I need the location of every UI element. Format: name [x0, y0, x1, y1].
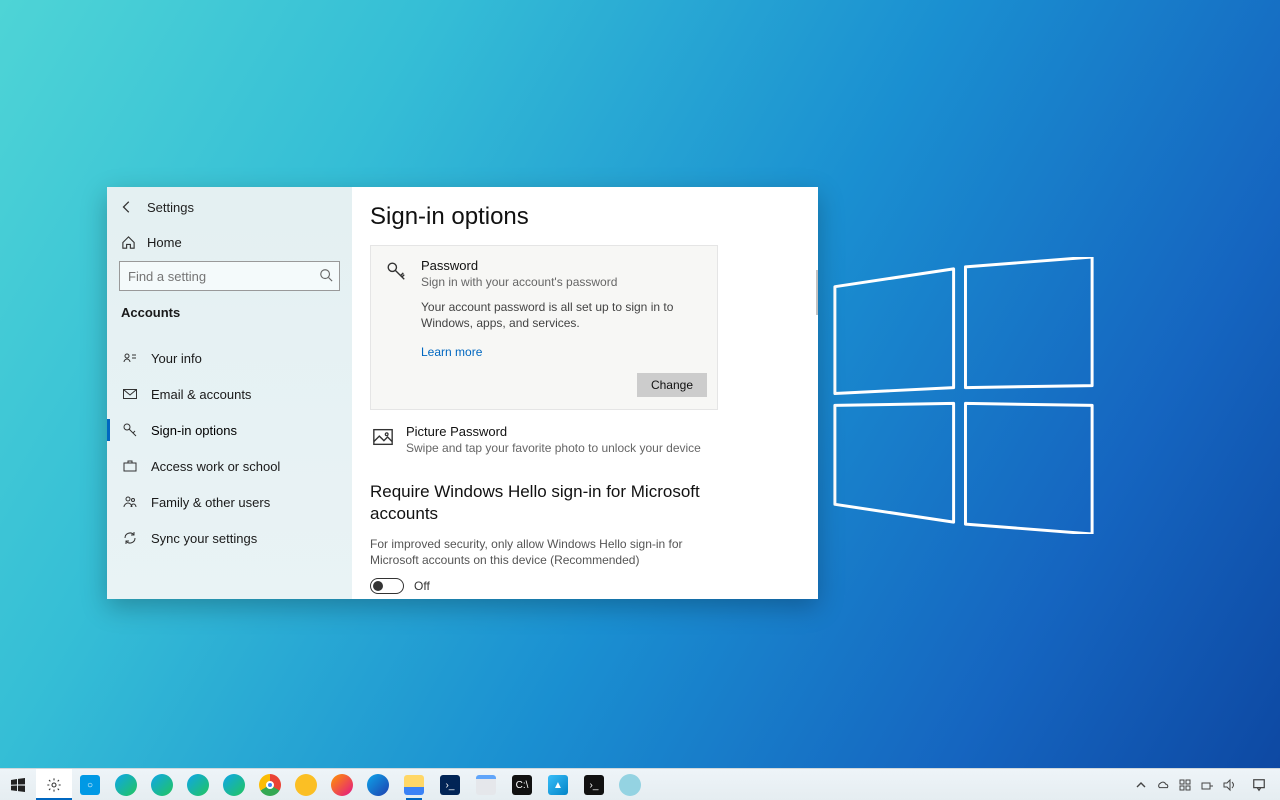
taskbar-app-edge-4[interactable]: [216, 769, 252, 800]
tray-chevron-up-icon[interactable]: [1130, 769, 1152, 800]
briefcase-icon: [121, 457, 139, 475]
taskbar-app-terminal[interactable]: ›_: [576, 769, 612, 800]
sidebar-item-label: Email & accounts: [151, 387, 251, 402]
taskbar: ○ ›_ C:\ ▲ ›_: [0, 768, 1280, 800]
taskbar-app-cortana[interactable]: ○: [72, 769, 108, 800]
hello-toggle[interactable]: [370, 578, 404, 594]
sidebar-item-label: Your info: [151, 351, 202, 366]
scrollbar[interactable]: [816, 270, 818, 315]
sidebar-item-label: Sign-in options: [151, 423, 237, 438]
sync-icon: [121, 529, 139, 547]
taskbar-app-explorer[interactable]: [396, 769, 432, 800]
taskbar-app-photos[interactable]: ▲: [540, 769, 576, 800]
person-card-icon: [121, 349, 139, 367]
tray-onedrive-icon[interactable]: [1152, 769, 1174, 800]
taskbar-app-generic[interactable]: [612, 769, 648, 800]
change-button[interactable]: Change: [637, 373, 707, 397]
sidebar-item-sign-in-options[interactable]: Sign-in options: [107, 412, 352, 448]
home-label: Home: [147, 235, 182, 250]
sidebar-item-label: Sync your settings: [151, 531, 257, 546]
content-area: Sign-in options Password Sign in with yo…: [352, 187, 818, 599]
taskbar-settings-button[interactable]: [36, 769, 72, 800]
tray-action-center-icon[interactable]: [1244, 769, 1274, 800]
sidebar-item-label: Access work or school: [151, 459, 280, 474]
picture-title: Picture Password: [406, 424, 718, 439]
taskbar-app-edge-1[interactable]: [108, 769, 144, 800]
system-tray: [1130, 769, 1280, 800]
taskbar-app-cmd[interactable]: C:\: [504, 769, 540, 800]
sidebar: Settings Home Accounts Your info: [107, 187, 352, 599]
password-title: Password: [421, 258, 705, 273]
key-icon: [385, 258, 409, 397]
taskbar-app-edge-3[interactable]: [180, 769, 216, 800]
search-input-wrap[interactable]: [119, 261, 340, 291]
taskbar-app-chrome[interactable]: [252, 769, 288, 800]
search-input[interactable]: [128, 269, 331, 284]
sidebar-item-label: Family & other users: [151, 495, 270, 510]
password-subtitle: Sign in with your account's password: [421, 275, 705, 289]
taskbar-app-firefox-dev[interactable]: [360, 769, 396, 800]
titlebar: Settings: [107, 187, 352, 227]
desktop: Settings Home Accounts Your info: [0, 0, 1280, 800]
windows-logo: [825, 257, 1102, 534]
taskbar-app-firefox[interactable]: [324, 769, 360, 800]
picture-icon: [370, 424, 394, 455]
password-option-card[interactable]: Password Sign in with your account's pas…: [370, 245, 718, 410]
taskbar-app-edge-2[interactable]: [144, 769, 180, 800]
hello-toggle-label: Off: [414, 579, 430, 593]
tray-volume-icon[interactable]: [1218, 769, 1240, 800]
settings-window: Settings Home Accounts Your info: [107, 187, 818, 599]
home-nav[interactable]: Home: [107, 227, 352, 261]
key-icon: [121, 421, 139, 439]
learn-more-link[interactable]: Learn more: [421, 345, 482, 359]
sidebar-item-family-users[interactable]: Family & other users: [107, 484, 352, 520]
taskbar-app-notepad[interactable]: [468, 769, 504, 800]
window-title: Settings: [147, 200, 194, 215]
page-title: Sign-in options: [370, 203, 796, 231]
hello-toggle-row: Off: [370, 578, 796, 594]
tray-security-icon[interactable]: [1174, 769, 1196, 800]
hello-heading: Require Windows Hello sign-in for Micros…: [370, 481, 710, 525]
picture-subtitle: Swipe and tap your favorite photo to unl…: [406, 441, 718, 455]
tray-network-icon[interactable]: [1196, 769, 1218, 800]
picture-password-option[interactable]: Picture Password Swipe and tap your favo…: [370, 424, 718, 455]
start-button[interactable]: [0, 769, 36, 800]
mail-icon: [121, 385, 139, 403]
taskbar-app-chrome-canary[interactable]: [288, 769, 324, 800]
password-description: Your account password is all set up to s…: [421, 299, 705, 331]
taskbar-app-powershell[interactable]: ›_: [432, 769, 468, 800]
people-icon: [121, 493, 139, 511]
hello-description: For improved security, only allow Window…: [370, 536, 710, 568]
sidebar-item-email-accounts[interactable]: Email & accounts: [107, 376, 352, 412]
sidebar-item-access-work-school[interactable]: Access work or school: [107, 448, 352, 484]
search-icon: [319, 268, 333, 285]
sidebar-item-sync-settings[interactable]: Sync your settings: [107, 520, 352, 556]
category-label: Accounts: [107, 305, 352, 332]
home-icon: [119, 233, 137, 251]
back-button[interactable]: [113, 193, 141, 221]
sidebar-item-your-info[interactable]: Your info: [107, 340, 352, 376]
